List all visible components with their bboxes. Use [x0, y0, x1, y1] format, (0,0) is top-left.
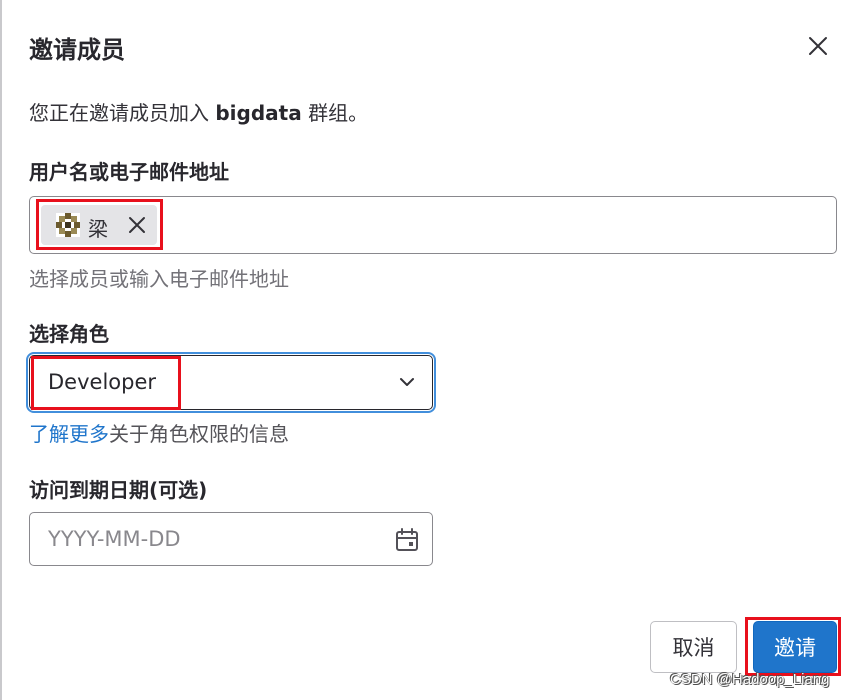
expiry-date-input[interactable]	[48, 525, 378, 553]
close-icon	[809, 37, 827, 55]
annotation-highlight-role	[31, 356, 181, 410]
annotation-highlight-invite	[745, 617, 841, 676]
user-field-label: 用户名或电子邮件地址	[29, 160, 229, 184]
calendar-icon[interactable]	[394, 527, 420, 553]
user-field-hint: 选择成员或输入电子邮件地址	[29, 267, 289, 291]
group-name: bigdata	[215, 101, 302, 125]
role-field-label: 选择角色	[29, 322, 109, 346]
learn-more-suffix: 关于角色权限的信息	[109, 422, 289, 446]
watermark-text: CSDN @Hadoop_Liang	[670, 671, 830, 688]
cancel-button[interactable]: 取消	[650, 621, 737, 673]
annotation-highlight-user	[36, 199, 163, 250]
chevron-down-icon	[400, 378, 414, 386]
role-help-text: 了解更多关于角色权限的信息	[29, 418, 289, 447]
dialog-description: 您正在邀请成员加入 bigdata 群组。	[29, 97, 368, 126]
description-prefix: 您正在邀请成员加入	[29, 101, 216, 125]
description-suffix: 群组。	[301, 101, 369, 125]
dialog-title: 邀请成员	[29, 36, 125, 64]
expiry-date-field[interactable]	[29, 512, 433, 566]
close-button[interactable]	[806, 34, 830, 58]
learn-more-link[interactable]: 了解更多	[29, 422, 109, 446]
window-edge	[0, 0, 2, 700]
expiry-field-label: 访问到期日期(可选)	[29, 478, 208, 502]
